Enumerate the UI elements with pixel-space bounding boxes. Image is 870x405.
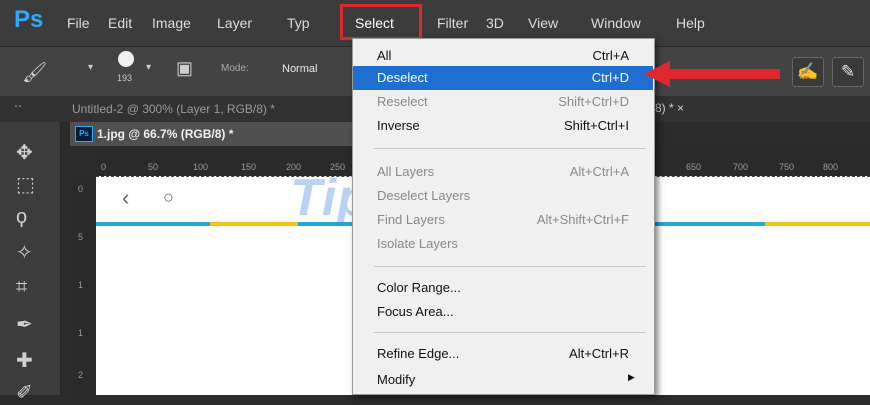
menu-item-label: Color Range... [377, 280, 461, 295]
pressure-icon[interactable]: ✎ [832, 57, 864, 87]
move-tool-icon[interactable]: ✥ [16, 140, 33, 165]
menu-separator [374, 148, 646, 149]
menu-window[interactable]: Window [591, 15, 641, 31]
menu-layer[interactable]: Layer [217, 15, 252, 31]
menu-item-isolate-layers[interactable]: Isolate Layers [353, 232, 653, 256]
menu-item-label: Reselect [377, 94, 428, 109]
lasso-tool-icon[interactable]: ϙ [16, 206, 27, 229]
eyedropper-tool-icon[interactable]: ✒ [16, 312, 33, 337]
menu-help[interactable]: Help [676, 15, 705, 31]
menu-item-label: All [377, 48, 392, 63]
brush-size-value: 193 [117, 73, 133, 83]
ruler-tick: 0 [101, 162, 107, 172]
brush-preview-icon[interactable] [118, 51, 134, 67]
ruler-tick: 150 [241, 162, 257, 172]
menu-item-refine-edge[interactable]: Refine Edge... Alt+Ctrl+R [353, 342, 653, 366]
ruler-tick: 1 [78, 328, 84, 338]
menu-edit[interactable]: Edit [108, 15, 132, 31]
menu-item-reselect[interactable]: Reselect Shift+Ctrl+D [353, 90, 653, 114]
mode-label: Mode: [221, 63, 249, 74]
menu-item-all-layers[interactable]: All Layers Alt+Ctrl+A [353, 160, 653, 184]
mode-select[interactable]: Normal [282, 63, 317, 75]
select-menu-annotation-box [340, 4, 422, 40]
menu-view[interactable]: View [528, 15, 558, 31]
ruler-tick: 800 [823, 162, 839, 172]
airbrush-icon[interactable]: ✍ [792, 57, 824, 87]
menu-item-find-layers[interactable]: Find Layers Alt+Shift+Ctrl+F [353, 208, 653, 232]
healing-brush-tool-icon[interactable]: ✚ [16, 348, 33, 373]
ruler-tick: 5 [78, 232, 84, 242]
menu-item-shortcut: Alt+Ctrl+R [569, 346, 629, 361]
tab-untitled-2[interactable]: Untitled-2 @ 300% (Layer 1, RGB/8) * [72, 102, 275, 116]
menu-file[interactable]: File [67, 15, 90, 31]
ps-file-icon: Ps [75, 126, 93, 142]
menu-item-label: Deselect Layers [377, 188, 471, 203]
menu-filter[interactable]: Filter [437, 15, 468, 31]
menu-3d[interactable]: 3D [486, 15, 504, 31]
brush-panel-icon[interactable]: ▣ [176, 58, 193, 79]
menu-item-color-range[interactable]: Color Range... [353, 276, 653, 300]
marquee-tool-icon[interactable]: ⬚ [16, 172, 35, 197]
tab-1jpg-label: 1.jpg @ 66.7% (RGB/8) * [97, 127, 234, 141]
tab-close-icon[interactable]: 8) * × [655, 101, 684, 115]
menu-item-deselect[interactable]: Deselect Ctrl+D [353, 66, 653, 90]
menu-item-modify[interactable]: Modify [353, 368, 653, 392]
menu-item-shortcut: Ctrl+A [592, 48, 629, 63]
ruler-tick: 2 [78, 370, 84, 380]
menu-item-focus-area[interactable]: Focus Area... [353, 300, 653, 324]
reload-icon: ○ [163, 187, 174, 207]
menu-item-label: Deselect [377, 70, 428, 85]
submenu-arrow-icon: ▶ [628, 372, 635, 382]
menu-image[interactable]: Image [152, 15, 191, 31]
ruler-tick: 0 [78, 184, 84, 194]
menu-item-shortcut: Shift+Ctrl+I [563, 118, 629, 133]
menu-item-label: Modify [377, 372, 416, 387]
menu-item-label: All Layers [377, 164, 435, 179]
chevron-down-icon[interactable]: ▾ [146, 62, 151, 73]
ruler-tick: 650 [686, 162, 702, 172]
ruler-tick: 50 [148, 162, 159, 172]
menu-separator [374, 332, 646, 333]
menu-item-inverse[interactable]: Inverse Shift+Ctrl+I [353, 114, 653, 138]
back-arrow-icon: ‹ [122, 185, 130, 210]
photoshop-logo: Ps [14, 6, 44, 33]
brush-tool-icon[interactable]: ✐ [16, 380, 33, 405]
menu-item-label: Find Layers [377, 212, 445, 227]
menu-item-all[interactable]: All Ctrl+A [353, 44, 653, 68]
menu-item-shortcut: Shift+Ctrl+D [558, 94, 629, 109]
chevron-down-icon[interactable]: ▾ [88, 62, 93, 73]
ruler-tick: 1 [78, 280, 84, 290]
ruler-tick: 700 [733, 162, 749, 172]
menu-item-shortcut: Alt+Ctrl+A [569, 164, 629, 179]
menu-item-label: Focus Area... [377, 304, 454, 319]
brush-tool-icon[interactable]: 🖌 [22, 60, 47, 85]
annotation-arrow-icon [644, 61, 780, 87]
menu-item-shortcut: Alt+Shift+Ctrl+F [536, 212, 629, 227]
ruler-tick: 750 [779, 162, 795, 172]
collapse-icon[interactable]: ‥ [14, 96, 22, 110]
crop-tool-icon[interactable]: ⌗ [16, 276, 27, 299]
magic-wand-tool-icon[interactable]: ✧ [16, 240, 33, 265]
menu-item-label: Refine Edge... [377, 346, 460, 361]
menu-item-label: Isolate Layers [377, 236, 458, 251]
menu-item-deselect-layers[interactable]: Deselect Layers [353, 184, 653, 208]
menu-item-shortcut: Ctrl+D [591, 70, 629, 85]
ruler-tick: 100 [193, 162, 209, 172]
menu-type[interactable]: Typ [287, 15, 310, 31]
menu-item-label: Inverse [377, 118, 420, 133]
menu-separator [374, 266, 646, 267]
